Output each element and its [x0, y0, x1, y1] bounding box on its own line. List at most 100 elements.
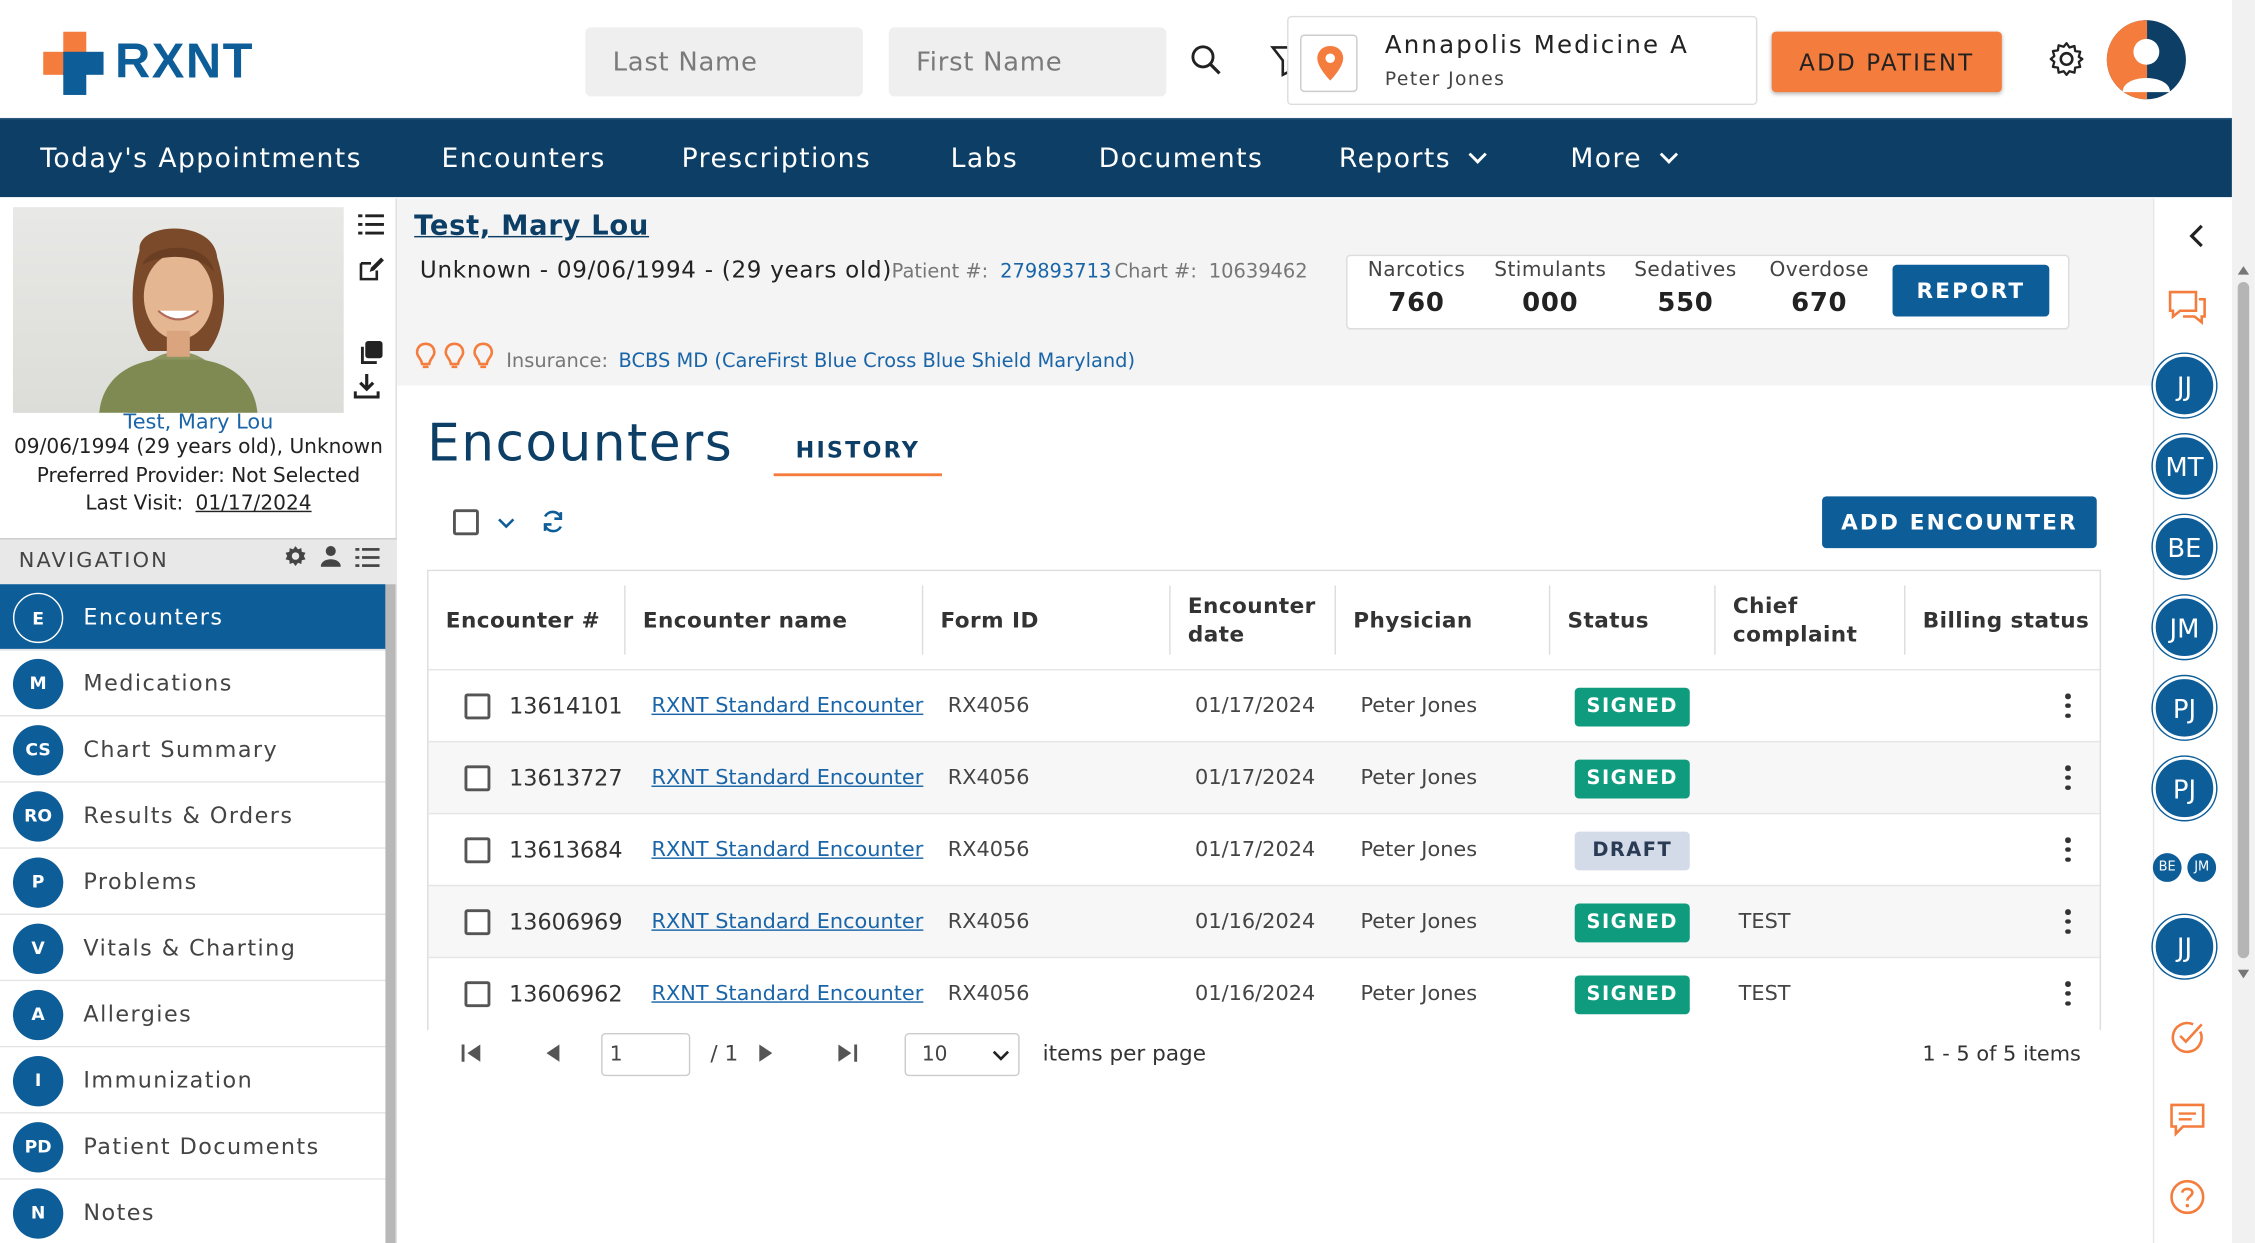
col-physician[interactable]: Physician — [1353, 571, 1540, 669]
sidebar-item-chart-summary[interactable]: CS Chart Summary — [0, 716, 386, 783]
prev-page-icon[interactable] — [544, 1043, 561, 1063]
col-encounter-num[interactable]: Encounter # — [446, 571, 619, 669]
edit-icon[interactable] — [358, 256, 384, 282]
col-chief-complaint[interactable]: Chief complaint — [1733, 571, 1891, 669]
chevron-down-icon[interactable] — [498, 518, 515, 530]
rail-avatar[interactable]: PJ — [2152, 676, 2217, 740]
encounter-name-link[interactable]: RXNT Standard Encounter — [651, 958, 923, 1030]
rail-avatar[interactable]: BE — [2152, 515, 2217, 579]
card-patient-name[interactable]: Test, Mary Lou — [0, 411, 397, 434]
nav-labs[interactable]: Labs — [951, 119, 1019, 198]
user-avatar[interactable] — [2106, 20, 2186, 100]
search-icon[interactable] — [1189, 43, 1224, 78]
rxnt-logo[interactable]: RXNT — [43, 31, 273, 95]
pdmp-report-button[interactable]: REPORT — [1892, 264, 2050, 317]
sidebar-gear-icon[interactable] — [285, 545, 307, 567]
sidebar-item-medications[interactable]: M Medications — [0, 650, 386, 717]
nav-encounters[interactable]: Encounters — [441, 119, 605, 198]
check-circle-icon[interactable] — [2169, 1019, 2206, 1056]
kebab-menu-icon[interactable] — [2065, 909, 2071, 935]
rail-avatar[interactable]: JM — [2152, 595, 2217, 659]
table-row[interactable]: 13614101 RXNT Standard Encounter RX4056 … — [428, 668, 2100, 742]
tab-history[interactable]: HISTORY — [773, 426, 942, 477]
kebab-menu-icon[interactable] — [2065, 693, 2071, 719]
last-page-icon[interactable] — [836, 1043, 859, 1063]
sidebar-item-results-orders[interactable]: RO Results & Orders — [0, 782, 386, 849]
row-checkbox[interactable] — [464, 981, 491, 1008]
rail-avatar[interactable]: MT — [2152, 434, 2217, 498]
chat-bubbles-icon[interactable] — [2167, 288, 2207, 325]
last-visit-date[interactable]: 01/17/2024 — [196, 492, 312, 515]
next-page-icon[interactable] — [758, 1043, 775, 1063]
sidebar-item-notes[interactable]: N Notes — [0, 1179, 386, 1243]
nav-prescriptions[interactable]: Prescriptions — [682, 119, 872, 198]
sidebar-item-problems[interactable]: P Problems — [0, 848, 386, 916]
gear-icon[interactable] — [2048, 40, 2085, 77]
sidebar-item-vitals-charting[interactable]: V Vitals & Charting — [0, 915, 386, 982]
insurance-value[interactable]: BCBS MD (CareFirst Blue Cross Blue Shiel… — [619, 350, 1136, 373]
rail-avatar[interactable]: PJ — [2152, 756, 2217, 821]
nav-more[interactable]: More — [1570, 119, 1678, 198]
lightbulb-icon[interactable] — [473, 342, 494, 371]
row-checkbox[interactable] — [464, 693, 491, 720]
nav-reports[interactable]: Reports — [1339, 119, 1487, 198]
patient-name-link[interactable]: Test, Mary Lou — [414, 210, 649, 242]
scrollbar-thumb[interactable] — [2237, 281, 2250, 959]
kebab-menu-icon[interactable] — [2065, 765, 2071, 791]
encounter-name-link[interactable]: RXNT Standard Encounter — [651, 742, 923, 814]
table-row[interactable]: 13606962 RXNT Standard Encounter RX4056 … — [428, 956, 2100, 1030]
sidebar-person-icon[interactable] — [320, 545, 341, 567]
last-name-input[interactable] — [585, 27, 863, 97]
table-row[interactable]: 13606969 RXNT Standard Encounter RX4056 … — [428, 884, 2100, 958]
sidebar-scrollbar[interactable] — [385, 584, 396, 1243]
col-form-id[interactable]: Form ID — [941, 571, 1157, 669]
row-checkbox[interactable] — [464, 837, 491, 864]
first-name-input[interactable] — [888, 27, 1167, 97]
add-encounter-button[interactable]: ADD ENCOUNTER — [1822, 496, 2097, 549]
sidebar-item-encounters[interactable]: E Encounters — [0, 584, 386, 651]
col-billing-status[interactable]: Billing status — [1923, 571, 2096, 669]
first-page-icon[interactable] — [460, 1043, 483, 1063]
page-number-input[interactable] — [601, 1032, 691, 1077]
col-encounter-date[interactable]: Encounter date — [1188, 571, 1325, 669]
sidebar-list-icon[interactable] — [355, 547, 380, 569]
encounter-name-link[interactable]: RXNT Standard Encounter — [651, 886, 923, 958]
form-id: RX4056 — [947, 838, 1030, 862]
page-size-select[interactable]: 10 — [904, 1032, 1020, 1077]
select-all-checkbox[interactable] — [453, 509, 479, 536]
scroll-down-arrow-icon[interactable] — [2237, 969, 2250, 979]
message-icon[interactable] — [2169, 1102, 2206, 1137]
download-icon[interactable] — [353, 373, 380, 399]
rail-avatar[interactable]: JJ — [2152, 915, 2217, 979]
table-row[interactable]: 13613727 RXNT Standard Encounter RX4056 … — [428, 740, 2100, 814]
col-status[interactable]: Status — [1568, 571, 1712, 669]
help-icon[interactable] — [2169, 1178, 2206, 1215]
sidebar-item-immunization[interactable]: I Immunization — [0, 1047, 386, 1114]
lightbulb-icon[interactable] — [415, 342, 436, 371]
page-scrollbar[interactable] — [2231, 0, 2255, 1243]
location-selector[interactable]: Annapolis Medicine A Peter Jones — [1287, 15, 1758, 106]
sidebar-item-patient-documents[interactable]: PD Patient Documents — [0, 1113, 386, 1180]
scroll-up-arrow-icon[interactable] — [2237, 266, 2250, 275]
refresh-icon[interactable] — [541, 509, 565, 533]
row-checkbox[interactable] — [464, 765, 491, 792]
table-row[interactable]: 13613684 RXNT Standard Encounter RX4056 … — [428, 812, 2100, 886]
encounter-name-link[interactable]: RXNT Standard Encounter — [651, 670, 923, 742]
copy-icon[interactable] — [358, 340, 384, 366]
collapse-chevron-icon[interactable] — [2187, 224, 2204, 248]
encounter-name-link[interactable]: RXNT Standard Encounter — [651, 814, 923, 886]
rail-avatar[interactable]: JJ — [2152, 353, 2217, 418]
nav-todays-appointments[interactable]: Today's Appointments — [40, 119, 362, 198]
col-encounter-name[interactable]: Encounter name — [643, 571, 916, 669]
list-icon[interactable] — [358, 213, 384, 236]
sidebar-item-label: Encounters — [83, 604, 224, 631]
row-checkbox[interactable] — [464, 909, 491, 936]
kebab-menu-icon[interactable] — [2065, 981, 2071, 1007]
rail-mini-avatar[interactable]: BE — [2152, 853, 2182, 882]
nav-documents[interactable]: Documents — [1099, 119, 1264, 198]
lightbulb-icon[interactable] — [444, 342, 465, 371]
add-patient-button[interactable]: ADD PATIENT — [1771, 31, 2002, 93]
sidebar-item-allergies[interactable]: A Allergies — [0, 981, 386, 1048]
rail-mini-avatar[interactable]: JM — [2187, 853, 2217, 882]
kebab-menu-icon[interactable] — [2065, 837, 2071, 863]
